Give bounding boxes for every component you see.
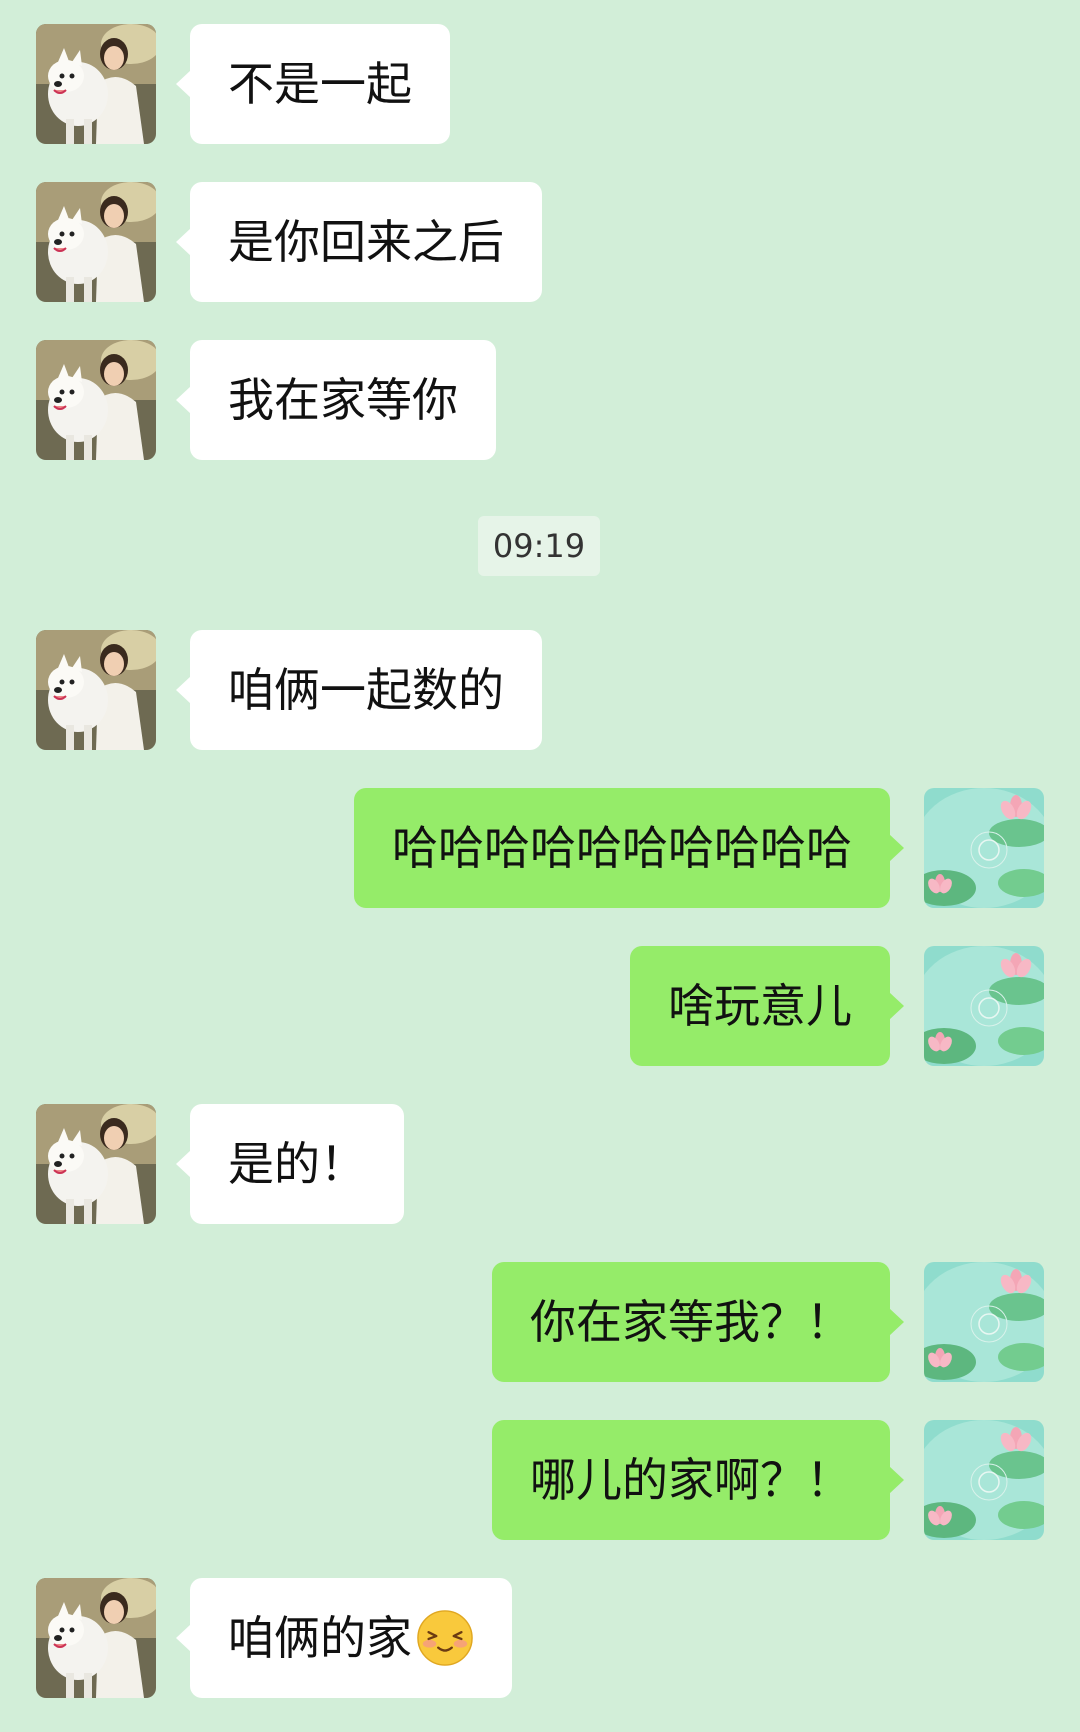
- message-row-outgoing: 哪儿的家啊？！: [0, 1420, 1080, 1542]
- message-bubble-incoming[interactable]: 我在家等你: [176, 340, 496, 460]
- message-bubble-incoming[interactable]: 咱俩的家: [176, 1578, 512, 1698]
- message-text: 哪儿的家啊？！: [530, 1453, 852, 1507]
- contact-avatar[interactable]: [36, 24, 156, 144]
- message-bubble-outgoing[interactable]: 啥玩意儿: [630, 946, 904, 1066]
- contact-avatar[interactable]: [36, 182, 156, 302]
- message-row-incoming: 咱俩一起数的: [0, 630, 1080, 752]
- my-avatar[interactable]: [924, 788, 1044, 908]
- message-row-incoming: 是的！: [0, 1104, 1080, 1226]
- message-bubble-outgoing[interactable]: 哪儿的家啊？！: [492, 1420, 904, 1540]
- message-text: 咱俩的家: [228, 1611, 412, 1665]
- message-text: 是你回来之后: [228, 215, 504, 269]
- message-text: 哈哈哈哈哈哈哈哈哈哈: [392, 821, 852, 875]
- message-text: 我在家等你: [228, 373, 458, 427]
- message-row-outgoing: 哈哈哈哈哈哈哈哈哈哈: [0, 788, 1080, 910]
- message-row-outgoing: 啥玩意儿: [0, 946, 1080, 1068]
- message-bubble-incoming[interactable]: 咱俩一起数的: [176, 630, 542, 750]
- message-row-incoming: 我在家等你: [0, 340, 1080, 462]
- message-bubble-incoming[interactable]: 是你回来之后: [176, 182, 542, 302]
- message-text: 不是一起: [228, 57, 412, 111]
- message-bubble-outgoing[interactable]: 哈哈哈哈哈哈哈哈哈哈: [354, 788, 904, 908]
- timestamp-divider: 09:19: [478, 516, 600, 576]
- contact-avatar[interactable]: [36, 630, 156, 750]
- contact-avatar[interactable]: [36, 1578, 156, 1698]
- message-bubble-incoming[interactable]: 不是一起: [176, 24, 450, 144]
- message-bubble-outgoing[interactable]: 你在家等我？！: [492, 1262, 904, 1382]
- message-row-outgoing: 你在家等我？！: [0, 1262, 1080, 1384]
- chat-message-list[interactable]: 不是一起 是你回来之后 我在家等你 09:19 咱俩一起数的 哈哈哈哈哈哈哈哈哈…: [0, 0, 1080, 1732]
- message-row-incoming: 咱俩的家: [0, 1578, 1080, 1700]
- message-row-incoming: 是你回来之后: [0, 182, 1080, 304]
- message-text: 你在家等我？！: [530, 1295, 852, 1349]
- my-avatar[interactable]: [924, 946, 1044, 1066]
- contact-avatar[interactable]: [36, 1104, 156, 1224]
- shy-smile-emoji-icon: [417, 1609, 473, 1666]
- contact-avatar[interactable]: [36, 340, 156, 460]
- message-text: 是的！: [228, 1137, 366, 1191]
- my-avatar[interactable]: [924, 1420, 1044, 1540]
- my-avatar[interactable]: [924, 1262, 1044, 1382]
- message-bubble-incoming[interactable]: 是的！: [176, 1104, 404, 1224]
- message-row-incoming: 不是一起: [0, 24, 1080, 146]
- message-text: 啥玩意儿: [668, 979, 852, 1033]
- message-text: 咱俩一起数的: [228, 663, 504, 717]
